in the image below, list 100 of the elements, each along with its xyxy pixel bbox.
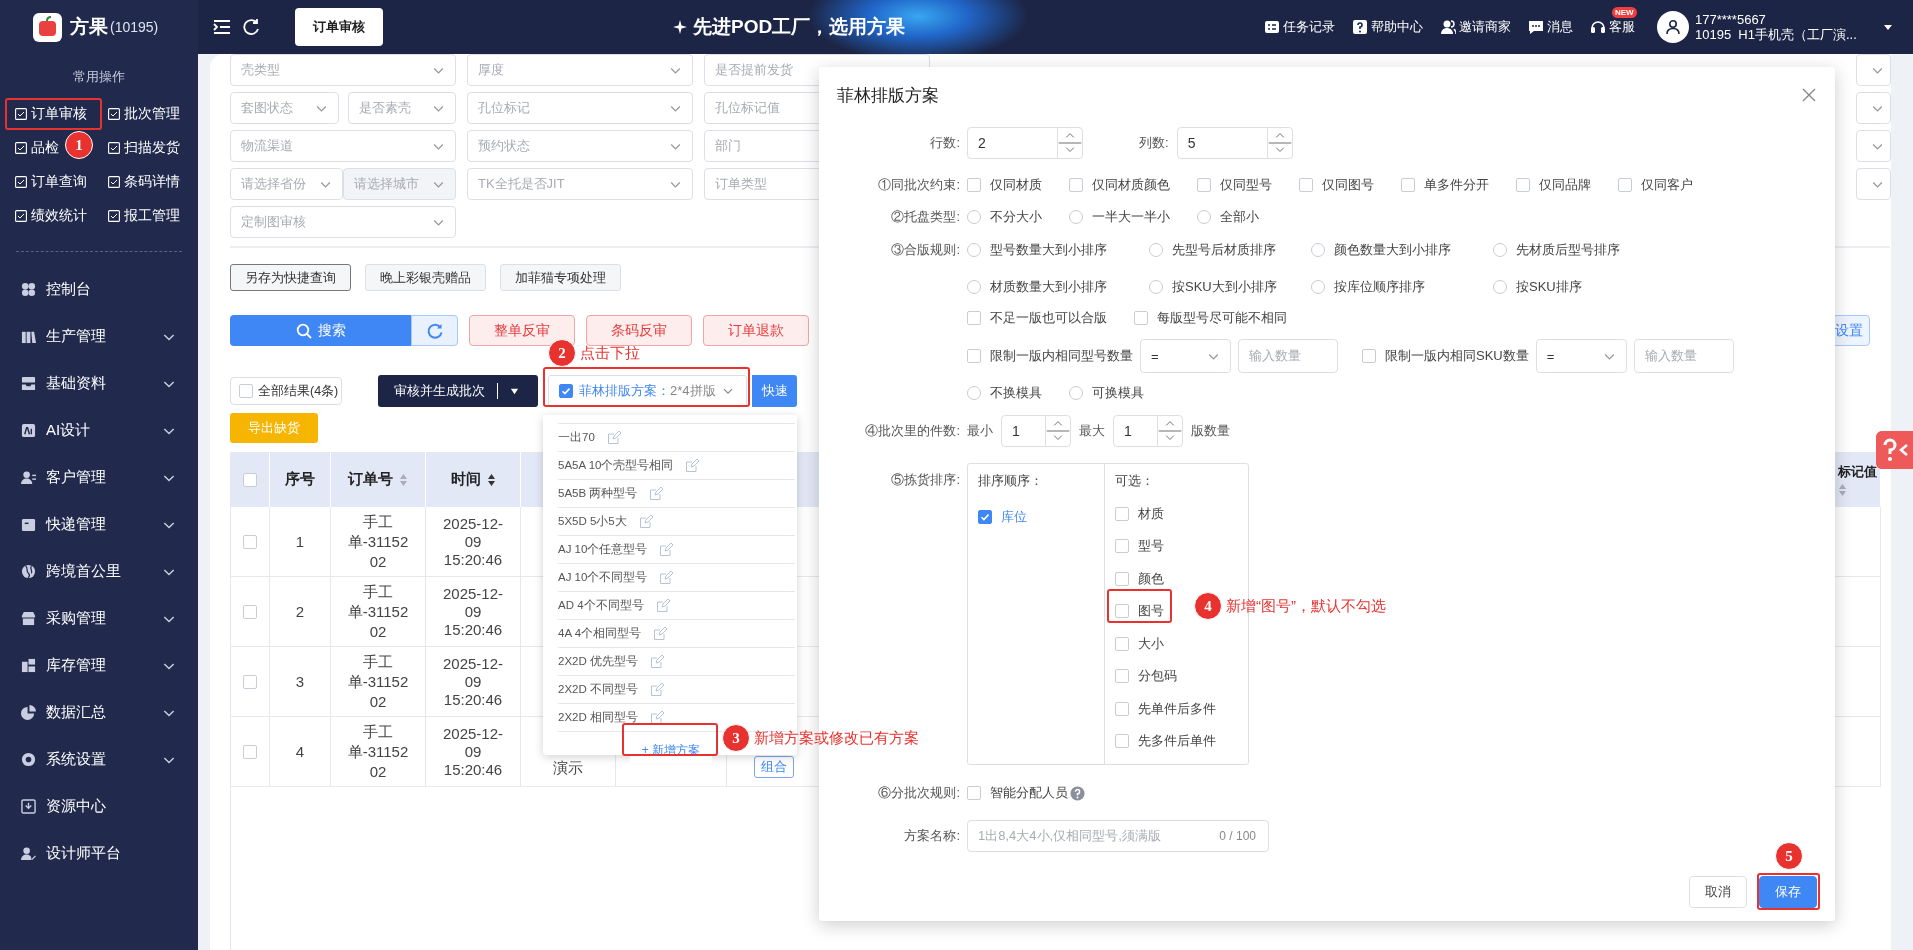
help-icon[interactable] (1876, 431, 1913, 469)
checkbox[interactable] (1401, 178, 1415, 192)
checkbox[interactable] (243, 534, 257, 549)
radio-button[interactable] (1149, 243, 1163, 257)
checkbox[interactable] (967, 349, 981, 363)
radio-button[interactable] (1311, 280, 1325, 294)
menu-item[interactable]: 跨境首公里 (46, 562, 152, 581)
menu-item[interactable]: 库存管理 (46, 656, 152, 675)
edit-icon[interactable] (653, 626, 668, 641)
checkbox[interactable] (1115, 506, 1129, 521)
save-button[interactable]: 保存 (1759, 876, 1817, 908)
sort-icon[interactable] (486, 472, 496, 487)
danger-button[interactable]: 条码反审 (586, 315, 692, 346)
checkbox[interactable] (978, 510, 992, 524)
menu-item[interactable]: 控制台 (46, 280, 176, 299)
radio-button[interactable] (1197, 210, 1211, 224)
checkbox[interactable] (243, 744, 257, 759)
checkbox[interactable] (967, 311, 981, 325)
danger-button[interactable]: 订单退款 (703, 315, 809, 346)
edit-icon[interactable] (649, 654, 664, 669)
checkbox[interactable] (1115, 539, 1129, 553)
help-icon[interactable] (1070, 785, 1085, 801)
number-stepper[interactable]: 1 (1001, 415, 1071, 447)
checkbox[interactable] (1618, 178, 1632, 192)
avatar[interactable] (1657, 11, 1689, 43)
checkbox[interactable] (1134, 311, 1148, 325)
select-field[interactable] (1856, 168, 1891, 200)
header-link[interactable]: 邀请商家 (1459, 18, 1511, 36)
checkbox[interactable] (1115, 701, 1129, 716)
radio-button[interactable] (1069, 386, 1083, 400)
edit-icon[interactable] (649, 710, 664, 725)
checkbox[interactable] (239, 384, 253, 398)
radio-button[interactable] (1311, 243, 1325, 257)
number-stepper[interactable]: 2 (967, 127, 1083, 159)
radio-button[interactable] (967, 243, 981, 257)
menu-item[interactable]: 快递管理 (46, 515, 152, 534)
radio-button[interactable] (1493, 243, 1507, 257)
review-button[interactable]: 审核并生成批次 (378, 375, 538, 407)
saved-query-button[interactable]: 另存为快捷查询 (230, 264, 351, 291)
search-button[interactable]: 搜索 (230, 315, 411, 346)
quick-link[interactable]: 订单查询 (31, 173, 87, 191)
select-field[interactable]: = (1535, 339, 1627, 373)
edit-icon[interactable] (659, 570, 674, 585)
radio-button[interactable] (967, 280, 981, 294)
edit-icon[interactable] (606, 430, 621, 445)
menu-item[interactable]: 设计师平台 (46, 844, 176, 863)
select-field[interactable]: = (1140, 339, 1231, 373)
checkbox[interactable] (1362, 349, 1376, 363)
edit-icon[interactable] (638, 514, 653, 529)
radio-button[interactable] (1149, 280, 1163, 294)
scheme-option[interactable]: AJ 10个不同型号 (558, 570, 648, 585)
header-link[interactable]: 消息 (1547, 18, 1573, 36)
checkbox[interactable] (243, 472, 257, 487)
header-link[interactable]: 客服 (1609, 18, 1635, 36)
radio-button[interactable] (1069, 210, 1083, 224)
edit-icon[interactable] (685, 458, 700, 473)
radio-button[interactable] (967, 386, 981, 400)
checkbox[interactable] (1115, 571, 1129, 586)
menu-item[interactable]: 采购管理 (46, 609, 152, 628)
refresh-button[interactable] (411, 315, 458, 346)
menu-item[interactable]: AI设计 (46, 421, 152, 440)
menu-item[interactable]: 客户管理 (46, 468, 152, 487)
quick-link[interactable]: 批次管理 (124, 105, 180, 123)
checkbox[interactable] (243, 604, 257, 619)
select-field[interactable] (1856, 54, 1891, 86)
checkbox[interactable] (1115, 669, 1129, 683)
checkbox[interactable] (1197, 178, 1211, 192)
menu-item[interactable]: 系统设置 (46, 750, 152, 769)
edit-icon[interactable] (655, 598, 670, 613)
scheme-option[interactable]: 一出70 (558, 430, 595, 445)
radio-button[interactable] (967, 210, 981, 224)
menu-icon[interactable] (212, 17, 232, 37)
radio-button[interactable] (1493, 280, 1507, 294)
scheme-option[interactable]: AD 4个不同型号 (558, 598, 644, 613)
menu-item[interactable]: 基础资料 (46, 374, 152, 393)
quick-link[interactable]: 品检 (31, 139, 59, 157)
checkbox[interactable] (559, 384, 573, 398)
menu-item[interactable]: 生产管理 (46, 327, 152, 346)
number-stepper[interactable]: 5 (1176, 127, 1293, 159)
select-field[interactable] (1856, 130, 1891, 162)
saved-query-button[interactable]: 晚上彩银壳赠品 (365, 264, 486, 291)
scheme-option[interactable]: 2X2D 不同型号 (558, 682, 638, 697)
page-tab[interactable]: 订单审核 (295, 8, 383, 46)
menu-item[interactable]: 资源中心 (46, 797, 176, 816)
menu-item[interactable]: 数据汇总 (46, 703, 152, 722)
input-field[interactable]: 1出8,4大4小,仅相同型号,须满版 0 / 100 (967, 820, 1269, 852)
quick-link[interactable]: 报工管理 (124, 207, 180, 225)
header-link[interactable]: 任务记录 (1283, 18, 1335, 36)
checkbox[interactable] (967, 786, 981, 800)
cancel-button[interactable]: 取消 (1689, 876, 1747, 908)
quick-link[interactable]: 扫描发货 (124, 139, 180, 157)
saved-query-button[interactable]: 加菲猫专项处理 (500, 264, 621, 291)
checkbox[interactable] (1115, 636, 1129, 651)
quick-link[interactable]: 绩效统计 (31, 207, 87, 225)
checkbox[interactable] (1115, 734, 1129, 748)
quick-link[interactable]: 订单审核 (31, 105, 87, 123)
select-field[interactable] (1856, 92, 1891, 124)
header-link[interactable]: 帮助中心 (1371, 18, 1423, 36)
checkbox[interactable] (1299, 178, 1313, 192)
checkbox[interactable] (1069, 178, 1083, 192)
